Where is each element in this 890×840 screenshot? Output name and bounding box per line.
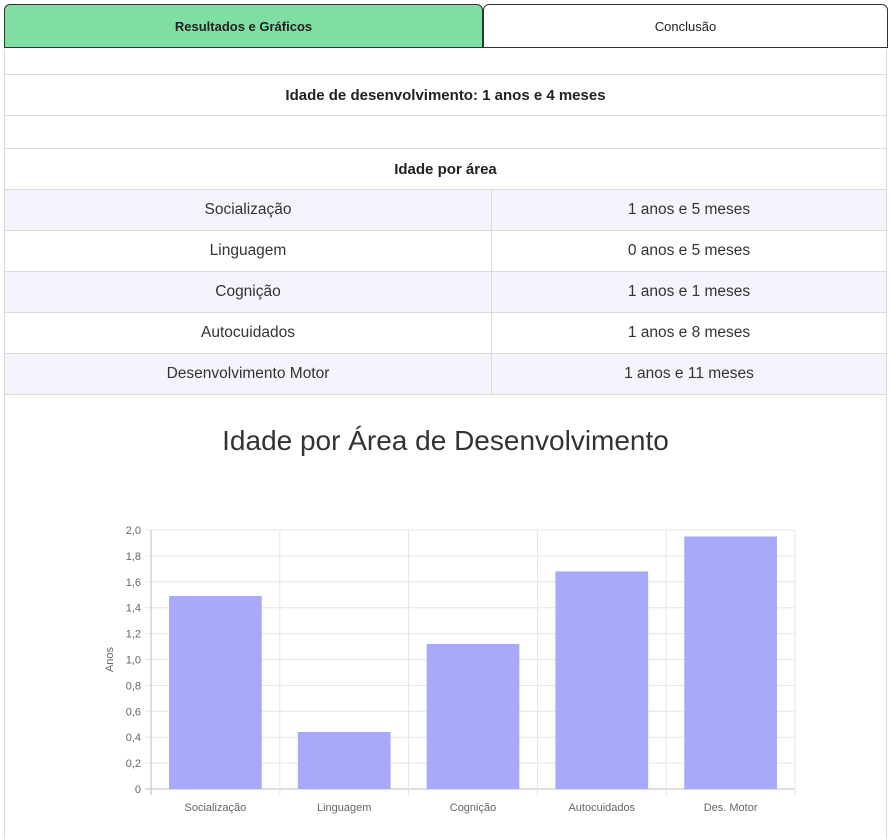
y-tick-label: 0	[135, 784, 141, 796]
table-row: Socialização 1 anos e 5 meses	[5, 190, 886, 231]
x-tick-label: Socialização	[185, 802, 247, 814]
tab-conclusion[interactable]: Conclusão	[483, 4, 888, 48]
y-tick-label: 1,4	[126, 603, 141, 615]
table-row: Cognição 1 anos e 1 meses	[5, 272, 886, 313]
area-age-cell: 1 anos e 5 meses	[627, 201, 751, 218]
y-tick-label: 1,2	[126, 629, 141, 641]
table-row: Autocuidados 1 anos e 8 meses	[5, 313, 886, 354]
area-age-cell: 0 anos e 5 meses	[627, 242, 751, 259]
area-age-cell: 1 anos e 8 meses	[627, 324, 751, 341]
area-name-cell: Socialização	[5, 190, 492, 230]
x-tick-label: Cognição	[450, 802, 496, 814]
y-tick-label: 1,0	[126, 655, 141, 667]
area-name-cell: Linguagem	[5, 231, 492, 271]
area-table-header: Idade por área	[5, 149, 886, 190]
tab-results-label: Resultados e Gráficos	[174, 18, 313, 34]
y-tick-label: 0,4	[126, 732, 141, 744]
spacer-row	[5, 116, 886, 149]
area-age-cell: 1 anos e 11 meses	[624, 365, 754, 382]
y-tick-label: 1,8	[126, 551, 141, 563]
table-row: Linguagem 0 anos e 5 meses	[5, 231, 886, 272]
y-tick-label: 0,2	[126, 758, 141, 770]
results-panel: Idade de desenvolvimento: 1 anos e 4 mes…	[4, 49, 887, 839]
bar	[169, 596, 262, 789]
area-name-cell: Autocuidados	[5, 313, 492, 353]
area-name-cell: Cognição	[5, 272, 492, 312]
y-tick-label: 1,6	[126, 577, 141, 589]
x-tick-label: Linguagem	[317, 802, 371, 814]
y-axis-label: Anos	[104, 646, 116, 672]
area-name-cell: Desenvolvimento Motor	[5, 354, 492, 394]
tab-conclusion-label: Conclusão	[654, 18, 717, 34]
development-age-text: Idade de desenvolvimento: 1 anos e 4 mes…	[285, 86, 606, 104]
bar	[555, 571, 649, 789]
chart-title: Idade por Área de Desenvolvimento	[222, 425, 669, 456]
tab-bar: Resultados e Gráficos Conclusão	[4, 4, 888, 49]
y-tick-label: 2,0	[126, 525, 141, 537]
area-age-cell: 1 anos e 1 meses	[627, 283, 751, 300]
spacer-row	[5, 49, 886, 75]
x-tick-label: Autocuidados	[568, 802, 635, 814]
development-age-row: Idade de desenvolvimento: 1 anos e 4 mes…	[5, 75, 886, 116]
y-tick-label: 0,6	[126, 706, 141, 718]
bar	[426, 643, 520, 789]
x-tick-label: Des. Motor	[704, 802, 758, 814]
table-row: Desenvolvimento Motor 1 anos e 11 meses	[5, 354, 886, 395]
y-tick-label: 0,8	[126, 680, 141, 692]
tab-results[interactable]: Resultados e Gráficos	[4, 4, 483, 48]
bar	[297, 732, 391, 789]
bar	[684, 536, 777, 789]
bar-chart: 0 0,2 0,4 0,6 0,8 1,0 1,2 1,4 1,6 1,8 2,0 Socializa…	[104, 525, 796, 814]
area-table-title: Idade por área	[394, 160, 497, 178]
